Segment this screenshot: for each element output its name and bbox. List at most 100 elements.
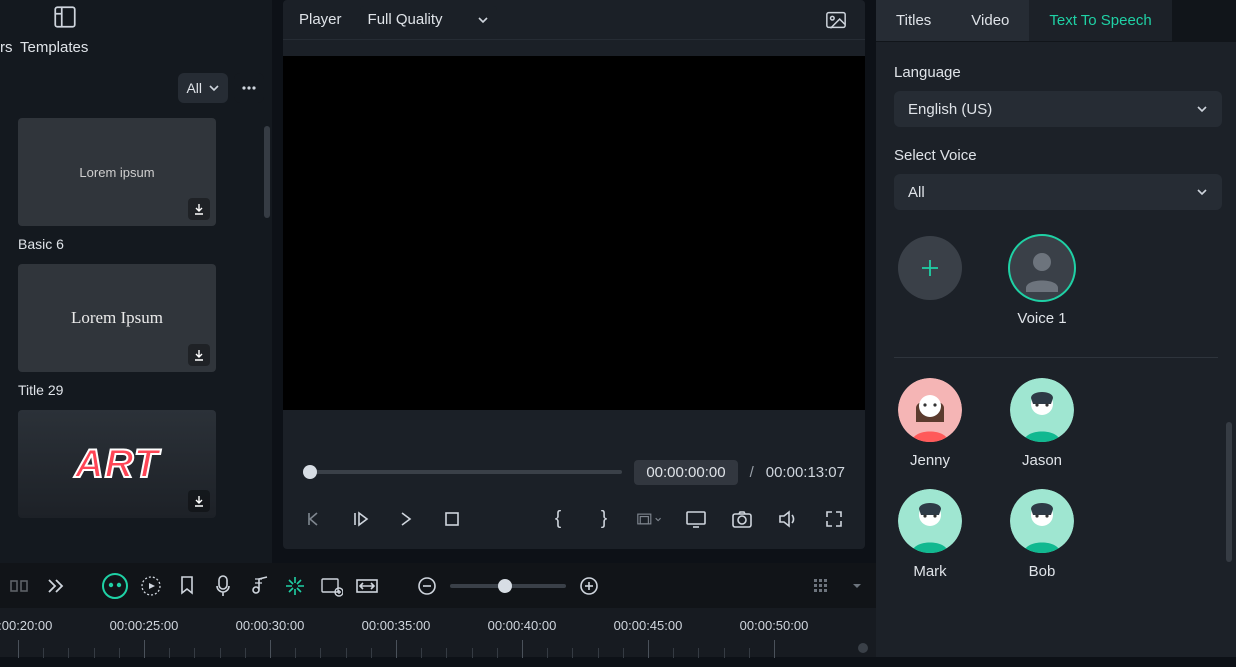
right-panel-scrollbar[interactable] [1226, 422, 1232, 562]
stop-button[interactable] [439, 506, 465, 532]
fit-horizontal-icon [355, 576, 379, 596]
grid-dots-icon [812, 577, 830, 595]
add-marker-button[interactable] [318, 573, 344, 599]
timeline-ruler[interactable]: 00:00:20:0000:00:25:0000:00:30:0000:00:3… [0, 608, 876, 657]
voice-filter-dropdown[interactable]: All [894, 174, 1222, 210]
ai-assistant-button[interactable] [102, 573, 128, 599]
zoom-handle[interactable] [498, 579, 512, 593]
ruler-label: 00:00:30:00 [236, 618, 305, 633]
track-size-button[interactable] [808, 573, 834, 599]
user-silhouette-icon [1018, 244, 1066, 292]
template-preview-text: Lorem Ipsum [71, 308, 163, 328]
sparkle-icon [284, 575, 306, 597]
voice-record-button[interactable] [210, 573, 236, 599]
tab-video[interactable]: Video [951, 0, 1029, 41]
voice-item-mark[interactable]: Mark [898, 489, 962, 580]
seek-handle[interactable] [303, 465, 317, 479]
custom-voice-label: Voice 1 [1017, 310, 1066, 327]
chevron-down-icon [1196, 186, 1208, 198]
play-icon [350, 509, 370, 529]
download-button[interactable] [188, 198, 210, 220]
voice-name: Jason [1022, 452, 1062, 469]
template-preview-text: Lorem ipsum [79, 165, 154, 180]
download-button[interactable] [188, 490, 210, 512]
zoom-slider[interactable] [450, 584, 566, 588]
fullscreen-button[interactable] [821, 506, 847, 532]
duration: 00:00:13:07 [766, 464, 845, 481]
tab-titles[interactable]: Titles [876, 0, 951, 41]
robot-face-icon [102, 573, 128, 599]
custom-voice-item[interactable]: Voice 1 [1010, 236, 1074, 327]
fit-width-button[interactable] [354, 573, 380, 599]
zoom-out-button[interactable] [414, 573, 440, 599]
minus-circle-icon [417, 576, 437, 596]
more-options-button[interactable] [234, 73, 264, 103]
track-size-dropdown[interactable] [844, 573, 870, 599]
double-chevron-right-icon [45, 576, 65, 596]
camera-icon [731, 509, 753, 529]
crop-dropdown-button[interactable] [637, 506, 663, 532]
template-name: Title 29 [18, 382, 262, 398]
download-button[interactable] [188, 344, 210, 366]
brace-right-icon: } [601, 508, 607, 530]
template-item[interactable]: ART [18, 410, 262, 518]
snapshot-button[interactable] [823, 7, 849, 33]
mark-in-button[interactable]: { [545, 506, 571, 532]
audio-mixer-button[interactable] [246, 573, 272, 599]
tab-templates[interactable]: Templates [6, 33, 102, 62]
template-name: Basic 6 [18, 236, 262, 252]
template-filter-value: All [186, 80, 202, 96]
chevron-down-icon [208, 82, 220, 94]
speed-button[interactable] [138, 573, 164, 599]
language-label: Language [894, 64, 1218, 81]
voice-item-jason[interactable]: Jason [1010, 378, 1074, 469]
properties-panel: Titles Video Text To Speech Language Eng… [876, 0, 1236, 657]
avatar-female-icon [898, 378, 962, 442]
prev-frame-button[interactable] [301, 506, 327, 532]
volume-icon [777, 509, 799, 529]
display-button[interactable] [683, 506, 709, 532]
player-title: Player [299, 11, 342, 28]
language-dropdown[interactable]: English (US) [894, 91, 1222, 127]
template-filter-dropdown[interactable]: All [178, 73, 228, 103]
avatar-male-icon [1010, 489, 1074, 553]
snapshot-button-2[interactable] [729, 506, 755, 532]
ruler-tick-major [18, 640, 19, 658]
plus-icon [917, 255, 943, 281]
monitor-icon [685, 509, 707, 529]
marker-button[interactable] [174, 573, 200, 599]
auto-enhance-button[interactable] [282, 573, 308, 599]
ruler-tick-major [144, 640, 145, 658]
template-item[interactable]: Lorem ipsum Basic 6 [18, 118, 262, 252]
next-frame-button[interactable] [393, 506, 419, 532]
volume-button[interactable] [775, 506, 801, 532]
cut-left-button[interactable] [6, 573, 32, 599]
select-voice-label: Select Voice [894, 147, 1218, 164]
voice-name: Mark [913, 563, 946, 580]
voice-item-jenny[interactable]: Jenny [898, 378, 962, 469]
download-icon [192, 494, 206, 508]
tab-text-to-speech[interactable]: Text To Speech [1029, 0, 1171, 41]
chevron-down-icon [477, 14, 489, 26]
template-preview-text: ART [75, 442, 159, 487]
voice-item-bob[interactable]: Bob [1010, 489, 1074, 580]
expand-toolbar-button[interactable] [42, 573, 68, 599]
timeline-mini-scroll[interactable] [858, 643, 868, 653]
ruler-label: 00:00:25:00 [110, 618, 179, 633]
quality-dropdown[interactable]: Full Quality [360, 6, 497, 34]
templates-icon[interactable] [52, 4, 78, 30]
timeline-toolbar [0, 563, 876, 608]
mark-out-button[interactable]: } [591, 506, 617, 532]
voice-filter-value: All [908, 184, 925, 201]
template-item[interactable]: Lorem Ipsum Title 29 [18, 264, 262, 398]
brace-left-icon: { [555, 508, 561, 530]
add-voice-button[interactable] [898, 236, 962, 300]
expand-icon [824, 509, 844, 529]
triangle-down-icon [852, 581, 862, 591]
seek-bar[interactable] [303, 470, 622, 474]
voice-name: Jenny [910, 452, 950, 469]
play-button[interactable] [347, 506, 373, 532]
video-canvas[interactable] [283, 56, 865, 410]
sidebar-scrollbar[interactable] [264, 126, 270, 218]
zoom-in-button[interactable] [576, 573, 602, 599]
